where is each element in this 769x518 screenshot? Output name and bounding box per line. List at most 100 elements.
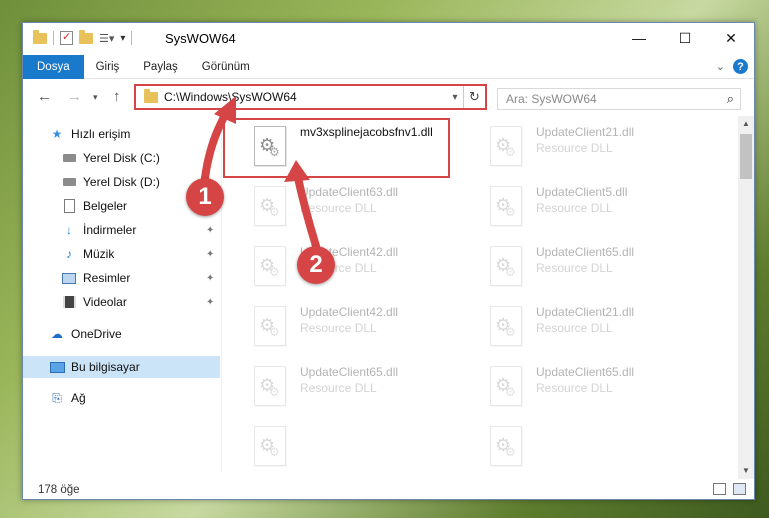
help-icon[interactable]: ? (733, 59, 748, 74)
dll-file-icon (254, 306, 286, 346)
file-item[interactable]: UpdateClient65.dll Resource DLL (250, 360, 475, 418)
file-name: UpdateClient42.dll (300, 305, 399, 319)
tab-home[interactable]: Giriş (84, 55, 132, 79)
sidebar-item-label: Bu bilgisayar (71, 360, 140, 374)
expand-ribbon-icon[interactable]: ⌄ (716, 60, 725, 73)
large-icons-view-icon[interactable] (733, 483, 746, 495)
quick-access-toolbar: ☰▾ ▾ (33, 29, 133, 45)
toolbar-dropdown-icon[interactable]: ▾ (120, 33, 125, 44)
dll-file-icon (490, 246, 522, 286)
pin-icon[interactable]: ✦ (206, 297, 214, 308)
forward-icon[interactable]: → (67, 88, 82, 105)
dll-file-icon (254, 186, 286, 226)
customize-toolbar-icon[interactable]: ☰▾ (99, 32, 114, 45)
sidebar-item-label: Ağ (71, 391, 86, 405)
file-item[interactable]: UpdateClient21.dll Resource DLL (486, 120, 711, 178)
file-item[interactable] (250, 420, 475, 478)
status-bar: 178 öğe (23, 479, 754, 500)
drive-icon (61, 175, 77, 189)
refresh-icon[interactable]: ↻ (463, 86, 485, 108)
file-item[interactable]: UpdateClient42.dll Resource DLL (250, 300, 475, 358)
file-type: Resource DLL (536, 261, 613, 275)
tab-share[interactable]: Paylaş (131, 55, 190, 79)
dll-file-icon (490, 306, 522, 346)
file-type: Resource DLL (536, 321, 613, 335)
network-icon: ⎘ (52, 390, 62, 405)
pictures-icon (61, 271, 77, 285)
drive-icon (61, 151, 77, 165)
file-type: Resource DLL (300, 321, 377, 335)
ribbon-tabs: Dosya Giriş Paylaş Görünüm ⌄ ? (23, 54, 754, 79)
file-item[interactable]: UpdateClient42.dll Resource DLL (250, 240, 475, 298)
sidebar-item-local-disk-c[interactable]: Yerel Disk (C:) ✦ (23, 148, 220, 168)
sidebar-item-this-pc[interactable]: Bu bilgisayar (23, 356, 220, 378)
sidebar-item-onedrive[interactable]: ☁ OneDrive (23, 324, 220, 344)
vertical-scrollbar[interactable]: ▲ ▼ (738, 116, 754, 479)
search-input[interactable]: Ara: SysWOW64 ⌕ (497, 88, 741, 110)
back-icon[interactable]: ← (37, 88, 52, 105)
file-item[interactable]: UpdateClient65.dll Resource DLL (486, 240, 711, 298)
tab-file[interactable]: Dosya (23, 54, 84, 79)
file-item[interactable]: UpdateClient63.dll Resource DLL (250, 180, 475, 238)
navigation-pane: ★ Hızlı erişim Yerel Disk (C:) ✦ Yerel D… (23, 118, 220, 470)
divider (53, 31, 54, 45)
sidebar-item-pictures[interactable]: Resimler ✦ (23, 268, 220, 288)
sidebar-item-label: İndirmeler (83, 223, 137, 237)
properties-icon[interactable] (60, 30, 73, 45)
recent-locations-icon[interactable]: ▾ (93, 92, 98, 103)
address-path[interactable]: C:\Windows\SysWOW64 (164, 90, 447, 104)
close-button[interactable]: ✕ (708, 23, 754, 53)
address-bar[interactable]: C:\Windows\SysWOW64 ▾ ↻ (134, 84, 487, 110)
new-folder-icon[interactable] (79, 29, 93, 44)
file-item[interactable] (486, 420, 711, 478)
file-name: UpdateClient21.dll (536, 125, 635, 139)
dll-file-icon (254, 246, 286, 286)
dll-file-icon (254, 426, 286, 466)
file-name: UpdateClient63.dll (300, 185, 399, 199)
file-type: Resource DLL (536, 141, 613, 155)
file-name: UpdateClient65.dll (536, 365, 635, 379)
pin-icon[interactable]: ✦ (206, 249, 214, 260)
file-name: UpdateClient65.dll (300, 365, 399, 379)
file-item[interactable]: UpdateClient5.dll Resource DLL (486, 180, 711, 238)
video-icon (61, 295, 77, 309)
minimize-button[interactable]: — (616, 23, 662, 53)
file-item[interactable]: UpdateClient21.dll Resource DLL (486, 300, 711, 358)
scroll-up-icon[interactable]: ▲ (738, 116, 754, 132)
sidebar-item-videos[interactable]: Videolar ✦ (23, 292, 220, 312)
dll-file-icon (490, 126, 522, 166)
pin-icon[interactable]: ✦ (206, 153, 214, 164)
document-icon (61, 199, 77, 213)
search-icon[interactable]: ⌕ (727, 91, 734, 107)
pin-icon[interactable]: ✦ (206, 273, 214, 284)
sidebar-item-music[interactable]: ♪ Müzik ✦ (23, 244, 220, 264)
file-item[interactable]: UpdateClient65.dll Resource DLL (486, 360, 711, 418)
sidebar-item-label: Yerel Disk (D:) (83, 175, 160, 189)
file-name: UpdateClient5.dll (536, 185, 628, 199)
dll-file-icon (490, 426, 522, 466)
cloud-icon: ☁ (51, 327, 63, 341)
search-placeholder: Ara: SysWOW64 (506, 92, 597, 106)
address-dropdown-icon[interactable]: ▾ (447, 92, 463, 103)
sidebar-item-quick-access[interactable]: ★ Hızlı erişim (23, 124, 220, 144)
step-2-badge: 2 (297, 246, 335, 284)
scroll-down-icon[interactable]: ▼ (738, 463, 754, 479)
highlight-box (223, 118, 450, 178)
download-icon: ↓ (66, 223, 72, 237)
file-type: Resource DLL (300, 201, 377, 215)
sidebar-item-network[interactable]: ⎘ Ağ (23, 388, 220, 408)
navigation-row: ← → ▾ ↑ C:\Windows\SysWOW64 ▾ ↻ Ara: Sys… (23, 80, 754, 114)
maximize-button[interactable]: ☐ (662, 23, 708, 53)
explorer-window: ☰▾ ▾ SysWOW64 — ☐ ✕ Dosya Giriş Paylaş G… (22, 22, 755, 500)
dll-file-icon (490, 366, 522, 406)
scroll-thumb[interactable] (740, 134, 752, 179)
up-icon[interactable]: ↑ (113, 88, 121, 105)
file-name: UpdateClient21.dll (536, 305, 635, 319)
sidebar-item-downloads[interactable]: ↓ İndirmeler ✦ (23, 220, 220, 240)
title-bar: ☰▾ ▾ SysWOW64 — ☐ ✕ (23, 23, 754, 55)
details-view-icon[interactable] (713, 483, 726, 495)
pin-icon[interactable]: ✦ (206, 225, 214, 236)
ribbon-right: ⌄ ? (716, 59, 748, 74)
divider (131, 31, 133, 45)
tab-view[interactable]: Görünüm (190, 55, 262, 79)
